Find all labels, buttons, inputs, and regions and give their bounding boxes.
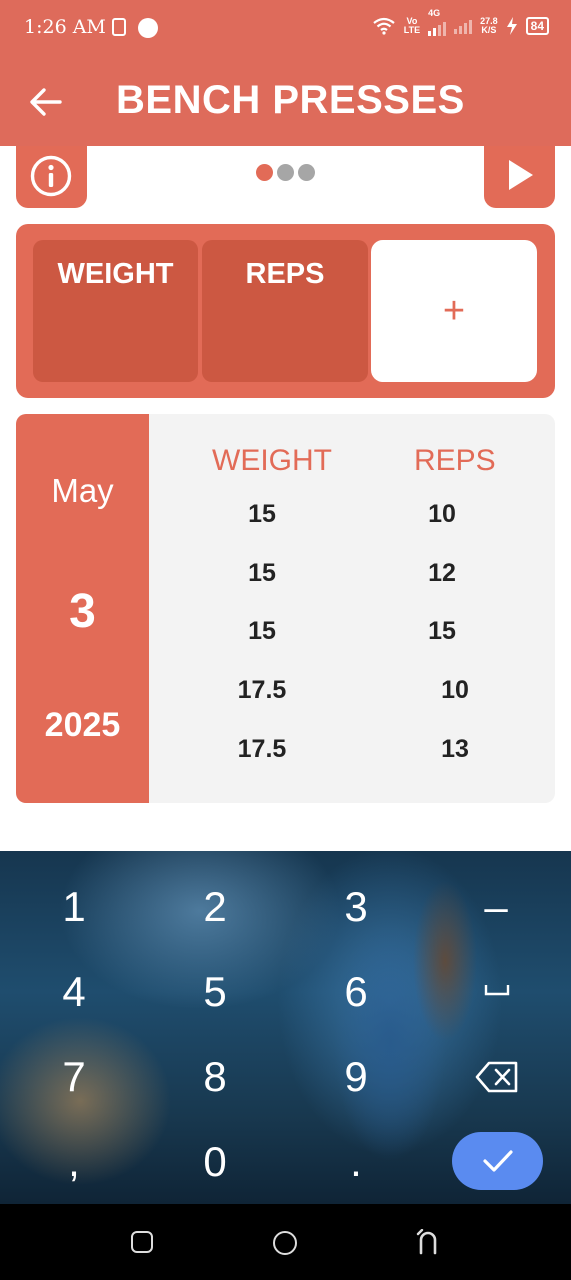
reps-column-header: REPS bbox=[414, 444, 496, 477]
recents-square-icon[interactable] bbox=[131, 1231, 153, 1253]
page-indicator bbox=[256, 164, 315, 181]
info-button[interactable] bbox=[16, 146, 87, 208]
history-row: 17.5 10 bbox=[149, 676, 555, 734]
key-2[interactable]: 2 bbox=[175, 883, 255, 931]
row-weight: 17.5 bbox=[237, 676, 287, 704]
system-nav-bar bbox=[0, 1204, 571, 1280]
date-year: 2025 bbox=[44, 706, 121, 744]
row-weight: 15 bbox=[248, 500, 276, 528]
page-dot bbox=[277, 164, 294, 181]
page-title: BENCH PRESSES bbox=[116, 78, 465, 122]
key-8[interactable]: 8 bbox=[175, 1053, 255, 1101]
date-day: 3 bbox=[69, 585, 96, 638]
charging-icon bbox=[506, 17, 517, 35]
weight-input[interactable]: WEIGHT bbox=[33, 240, 198, 382]
notification-dot-icon bbox=[138, 18, 158, 38]
wifi-icon bbox=[373, 17, 395, 35]
row-reps: 13 bbox=[441, 735, 469, 763]
history-row: 15 10 bbox=[149, 500, 555, 558]
history-card: May 3 2025 WEIGHT REPS 15 10 15 12 15 15… bbox=[16, 414, 555, 803]
history-row: 17.5 13 bbox=[149, 735, 555, 793]
back-arch-icon[interactable] bbox=[416, 1229, 440, 1257]
home-circle-icon[interactable] bbox=[273, 1231, 297, 1255]
key-1[interactable]: 1 bbox=[34, 883, 114, 931]
reps-input[interactable]: REPS bbox=[202, 240, 368, 382]
sim-icon bbox=[112, 18, 126, 36]
page-dot-active bbox=[256, 164, 273, 181]
network-speed: 27.8 K/S bbox=[480, 16, 498, 35]
key-period[interactable]: . bbox=[316, 1138, 396, 1186]
row-reps: 10 bbox=[428, 500, 456, 528]
signal-icon: 4G bbox=[428, 8, 447, 36]
key-4[interactable]: 4 bbox=[34, 968, 114, 1016]
row-reps: 10 bbox=[441, 676, 469, 704]
key-minus[interactable]: – bbox=[456, 883, 536, 931]
numeric-keyboard: 1 2 3 – 4 5 6 7 8 9 , 0 . bbox=[0, 851, 571, 1204]
page-dot bbox=[298, 164, 315, 181]
volte-indicator: Vo LTE bbox=[403, 16, 421, 35]
done-button[interactable] bbox=[452, 1132, 543, 1190]
arrow-left-icon[interactable] bbox=[26, 82, 66, 122]
date-month: May bbox=[51, 472, 114, 509]
key-0[interactable]: 0 bbox=[175, 1138, 255, 1186]
app-bar: BENCH PRESSES bbox=[0, 58, 571, 146]
row-weight: 15 bbox=[248, 559, 276, 587]
network-type: 4G bbox=[428, 8, 441, 18]
signal-icon-2 bbox=[454, 18, 473, 34]
add-set-button[interactable]: + bbox=[371, 240, 537, 382]
play-button[interactable] bbox=[484, 146, 555, 208]
key-comma[interactable]: , bbox=[34, 1138, 114, 1186]
status-time: 1:26 AM bbox=[24, 16, 106, 38]
key-6[interactable]: 6 bbox=[316, 968, 396, 1016]
weight-column-header: WEIGHT bbox=[212, 444, 332, 477]
session-date: May 3 2025 bbox=[16, 414, 149, 803]
backspace-icon[interactable] bbox=[475, 1061, 519, 1093]
history-row: 15 15 bbox=[149, 617, 555, 675]
row-weight: 17.5 bbox=[237, 735, 287, 763]
battery-icon: 84 bbox=[525, 17, 549, 35]
history-row: 15 12 bbox=[149, 559, 555, 617]
key-3[interactable]: 3 bbox=[316, 883, 396, 931]
checkmark-icon bbox=[483, 1150, 513, 1172]
key-9[interactable]: 9 bbox=[316, 1053, 396, 1101]
info-icon bbox=[30, 155, 72, 197]
key-5[interactable]: 5 bbox=[175, 968, 255, 1016]
status-indicators: Vo LTE 4G 27.8 K/S 84 bbox=[372, 8, 549, 36]
play-icon bbox=[509, 160, 533, 190]
key-7[interactable]: 7 bbox=[34, 1053, 114, 1101]
status-bar: 1:26 AM Vo LTE 4G 27.8 K/S 84 bbox=[0, 0, 571, 58]
row-reps: 15 bbox=[428, 617, 456, 645]
row-reps: 12 bbox=[428, 559, 456, 587]
space-icon[interactable] bbox=[484, 983, 510, 997]
row-weight: 15 bbox=[248, 617, 276, 645]
entry-card: WEIGHT REPS + bbox=[16, 224, 555, 398]
